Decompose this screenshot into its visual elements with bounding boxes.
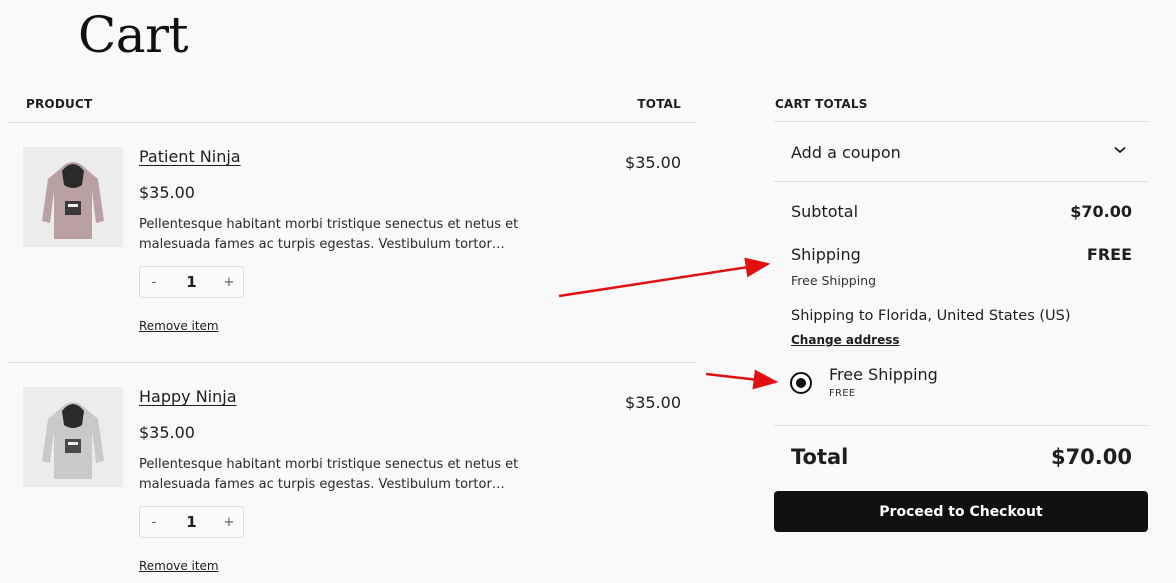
- remove-item-link[interactable]: Remove item: [139, 559, 219, 573]
- shipping-destination: Shipping to Florida, United States (US): [791, 308, 1071, 324]
- annotation-arrow: [705, 369, 779, 390]
- line-total: $35.00: [625, 153, 681, 172]
- quantity-value[interactable]: 1: [186, 273, 196, 291]
- shipping-method-name[interactable]: Free Shipping: [829, 365, 938, 384]
- cart-page: Cart PRODUCT TOTAL Patient Ninja $35.00 …: [0, 0, 1176, 583]
- line-total: $35.00: [625, 393, 681, 412]
- chevron-down-icon: [1114, 146, 1126, 154]
- hoodie-icon: [42, 162, 104, 239]
- increment-button[interactable]: +: [215, 515, 243, 530]
- cart-item-row: Happy Ninja $35.00 Pellentesque habitant…: [7, 362, 697, 583]
- product-description: Pellentesque habitant morbi tristique se…: [139, 457, 519, 492]
- total-value: $70.00: [1050, 445, 1132, 469]
- quantity-stepper: - 1 +: [139, 506, 244, 538]
- total-label: Total: [791, 445, 849, 469]
- grand-total-row: Total $70.00: [774, 426, 1148, 490]
- quantity-value[interactable]: 1: [186, 513, 196, 531]
- shipping-method-cost: FREE: [829, 388, 856, 399]
- product-name-link[interactable]: Patient Ninja: [139, 147, 241, 166]
- page-title: Cart: [78, 6, 189, 64]
- product-description: Pellentesque habitant morbi tristique se…: [139, 217, 519, 252]
- remove-item-link[interactable]: Remove item: [139, 319, 219, 333]
- product-price: $35.00: [139, 423, 195, 442]
- product-name-link[interactable]: Happy Ninja: [139, 387, 237, 406]
- coupon-toggle[interactable]: Add a coupon: [774, 122, 1148, 182]
- change-address-link[interactable]: Change address: [791, 333, 900, 347]
- subtotal-value: $70.00: [1070, 202, 1132, 221]
- shipping-method-summary: Free Shipping: [791, 273, 877, 288]
- quantity-stepper: - 1 +: [139, 266, 244, 298]
- total-column-header: TOTAL: [637, 97, 681, 111]
- cart-item-row: Patient Ninja $35.00 Pellentesque habita…: [7, 123, 697, 362]
- product-image-happy-ninja[interactable]: [23, 387, 123, 487]
- product-price: $35.00: [139, 183, 195, 202]
- increment-button[interactable]: +: [215, 275, 243, 290]
- decrement-button[interactable]: -: [140, 515, 168, 530]
- product-image-patient-ninja[interactable]: [23, 147, 123, 247]
- subtotal-label: Subtotal: [791, 202, 859, 221]
- hoodie-icon: [42, 402, 104, 479]
- free-shipping-radio[interactable]: [790, 372, 812, 394]
- coupon-label: Add a coupon: [791, 143, 901, 162]
- totals-breakdown: Subtotal $70.00 Shipping FREE Free Shipp…: [774, 182, 1148, 426]
- proceed-to-checkout-button[interactable]: Proceed to Checkout: [774, 491, 1148, 532]
- product-column-header: PRODUCT: [26, 97, 93, 111]
- cart-totals-panel: CART TOTALS Add a coupon Subtotal $70.00…: [774, 88, 1148, 490]
- cart-items-table: PRODUCT TOTAL Patient Ninja $35.00 Pelle…: [7, 88, 697, 583]
- shipping-label: Shipping: [791, 245, 861, 264]
- shipping-value: FREE: [1086, 245, 1132, 264]
- cart-table-header: PRODUCT TOTAL: [7, 88, 697, 123]
- cart-totals-heading: CART TOTALS: [774, 88, 1148, 122]
- decrement-button[interactable]: -: [140, 275, 168, 290]
